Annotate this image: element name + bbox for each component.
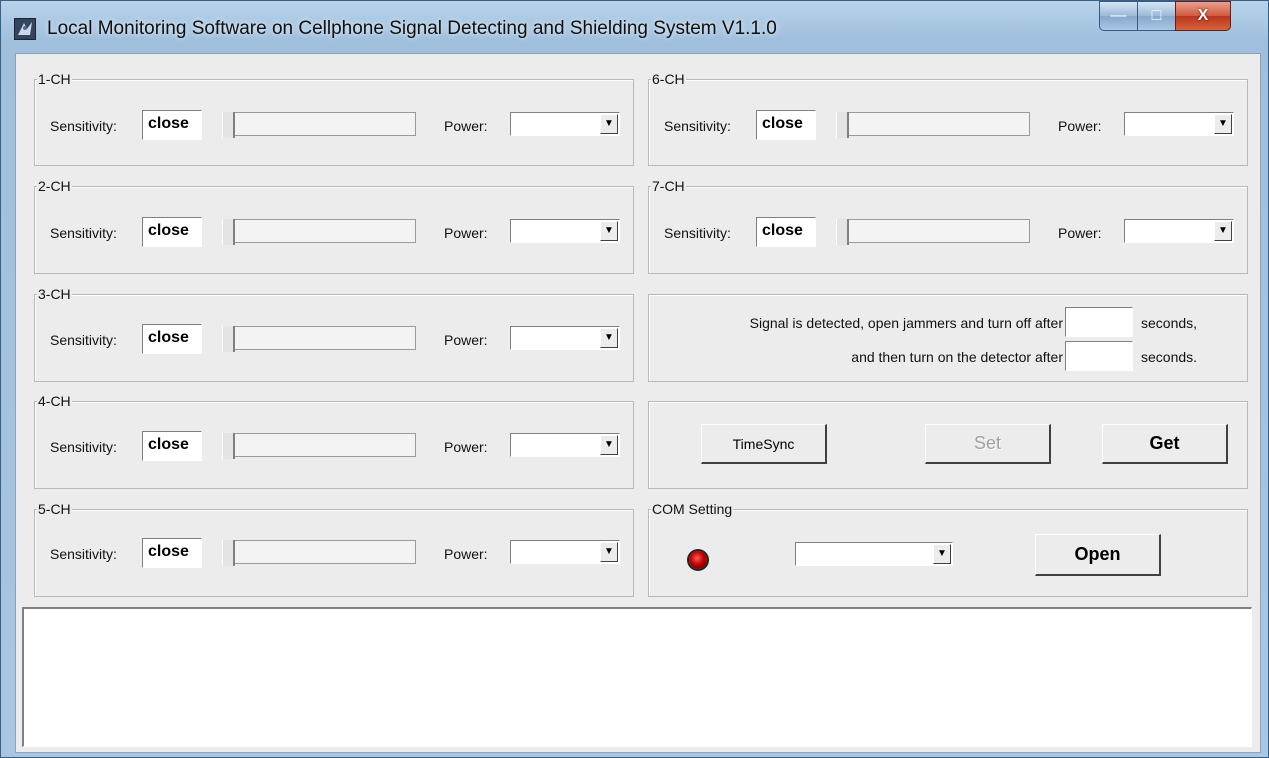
channel-2-label: 2-CH: [37, 177, 72, 195]
channel-5-sensitivity-slider[interactable]: [222, 540, 416, 566]
timer-line2-prefix: and then turn on the detector after: [851, 349, 1063, 365]
slider-thumb[interactable]: [836, 219, 849, 245]
com-port-select[interactable]: ▼: [795, 542, 953, 566]
channel-5-label: 5-CH: [37, 500, 72, 518]
channel-4-group: 4-CH Sensitivity: close Power: ▼: [34, 392, 634, 489]
channel-6-power-select[interactable]: ▼: [1124, 112, 1234, 136]
channel-5-sensitivity-value: close: [142, 538, 202, 568]
sensitivity-label: Sensitivity:: [50, 439, 117, 455]
channel-3-power-select[interactable]: ▼: [510, 326, 620, 350]
power-label: Power:: [1058, 225, 1102, 241]
channel-2-sensitivity-slider[interactable]: [222, 219, 416, 245]
channel-5-group: 5-CH Sensitivity: close Power: ▼: [34, 500, 634, 597]
actions-group: TimeSync Set Get: [648, 401, 1248, 489]
channel-5-power-select[interactable]: ▼: [510, 540, 620, 564]
channel-3-sensitivity-value: close: [142, 324, 202, 354]
channel-4-sensitivity-slider[interactable]: [222, 433, 416, 459]
title-bar[interactable]: Local Monitoring Software on Cellphone S…: [1, 1, 1268, 53]
power-label: Power:: [444, 439, 488, 455]
channel-7-label: 7-CH: [651, 177, 686, 195]
app-icon: [14, 18, 36, 40]
dropdown-arrow-icon[interactable]: ▼: [1214, 114, 1232, 134]
com-setting-label: COM Setting: [651, 500, 734, 518]
slider-thumb[interactable]: [222, 433, 235, 459]
com-setting-group: COM Setting ▼ Open: [648, 500, 1248, 597]
sensitivity-label: Sensitivity:: [50, 225, 117, 241]
channel-7-sensitivity-value: close: [756, 217, 816, 247]
power-label: Power:: [444, 332, 488, 348]
channel-3-group: 3-CH Sensitivity: close Power: ▼: [34, 285, 634, 382]
maximize-icon: □: [1151, 7, 1162, 24]
dropdown-arrow-icon[interactable]: ▼: [1214, 221, 1232, 241]
timer-settings-group: Signal is detected, open jammers and tur…: [648, 294, 1248, 382]
channel-3-label: 3-CH: [37, 285, 72, 303]
sensitivity-label: Sensitivity:: [50, 118, 117, 134]
connection-status-led-icon: [689, 551, 707, 569]
app-window: Local Monitoring Software on Cellphone S…: [0, 0, 1269, 758]
sensitivity-label: Sensitivity:: [50, 546, 117, 562]
jammer-off-seconds-input[interactable]: [1065, 307, 1133, 337]
power-label: Power:: [1058, 118, 1102, 134]
channel-2-group: 2-CH Sensitivity: close Power: ▼: [34, 177, 634, 274]
channel-1-sensitivity-value: close: [142, 110, 202, 140]
channel-7-power-select[interactable]: ▼: [1124, 219, 1234, 243]
channel-4-power-select[interactable]: ▼: [510, 433, 620, 457]
power-label: Power:: [444, 225, 488, 241]
channel-1-label: 1-CH: [37, 70, 72, 88]
minimize-icon: —: [1110, 7, 1127, 24]
get-button[interactable]: Get: [1102, 424, 1228, 464]
slider-thumb[interactable]: [222, 326, 235, 352]
dropdown-arrow-icon[interactable]: ▼: [600, 328, 618, 348]
channel-1-sensitivity-slider[interactable]: [222, 112, 416, 138]
window-controls: — □ X: [1099, 1, 1231, 31]
maximize-button[interactable]: □: [1137, 1, 1175, 31]
close-button[interactable]: X: [1175, 1, 1231, 31]
channel-6-sensitivity-slider[interactable]: [836, 112, 1030, 138]
channel-1-power-select[interactable]: ▼: [510, 112, 620, 136]
log-output[interactable]: [22, 607, 1252, 747]
channel-7-group: 7-CH Sensitivity: close Power: ▼: [648, 177, 1248, 274]
timesync-button[interactable]: TimeSync: [701, 424, 827, 464]
timer-line1-suffix: seconds,: [1141, 315, 1198, 331]
timer-line1-prefix: Signal is detected, open jammers and tur…: [749, 315, 1063, 331]
channel-6-sensitivity-value: close: [756, 110, 816, 140]
channel-6-group: 6-CH Sensitivity: close Power: ▼: [648, 70, 1248, 166]
detector-on-seconds-input[interactable]: [1065, 341, 1133, 371]
minimize-button[interactable]: —: [1099, 1, 1137, 31]
client-area: 1-CH Sensitivity: close Power: ▼ 2-CH Se…: [15, 53, 1261, 753]
set-button[interactable]: Set: [925, 424, 1051, 464]
channel-1-group: 1-CH Sensitivity: close Power: ▼: [34, 70, 634, 166]
channel-3-sensitivity-slider[interactable]: [222, 326, 416, 352]
channel-6-label: 6-CH: [651, 70, 686, 88]
power-label: Power:: [444, 546, 488, 562]
sensitivity-label: Sensitivity:: [50, 332, 117, 348]
channel-7-sensitivity-slider[interactable]: [836, 219, 1030, 245]
slider-thumb[interactable]: [222, 219, 235, 245]
channel-4-sensitivity-value: close: [142, 431, 202, 461]
dropdown-arrow-icon[interactable]: ▼: [600, 221, 618, 241]
channel-2-power-select[interactable]: ▼: [510, 219, 620, 243]
dropdown-arrow-icon[interactable]: ▼: [600, 542, 618, 562]
dropdown-arrow-icon[interactable]: ▼: [600, 114, 618, 134]
sensitivity-label: Sensitivity:: [664, 225, 731, 241]
channel-2-sensitivity-value: close: [142, 217, 202, 247]
open-port-button[interactable]: Open: [1035, 534, 1161, 576]
channel-4-label: 4-CH: [37, 392, 72, 410]
dropdown-arrow-icon[interactable]: ▼: [600, 435, 618, 455]
power-label: Power:: [444, 118, 488, 134]
close-icon: X: [1197, 7, 1209, 24]
slider-thumb[interactable]: [222, 540, 235, 566]
dropdown-arrow-icon[interactable]: ▼: [933, 544, 951, 564]
window-title: Local Monitoring Software on Cellphone S…: [47, 18, 777, 39]
slider-thumb[interactable]: [836, 112, 849, 138]
sensitivity-label: Sensitivity:: [664, 118, 731, 134]
slider-thumb[interactable]: [222, 112, 235, 138]
timer-line2-suffix: seconds.: [1141, 349, 1198, 365]
